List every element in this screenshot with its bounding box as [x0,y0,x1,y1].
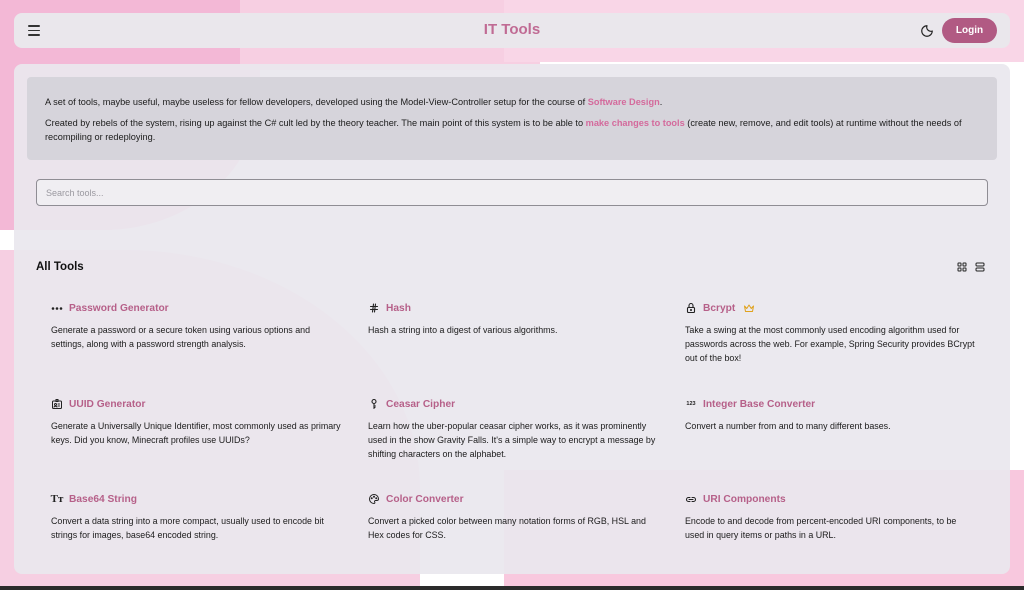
list-view-icon[interactable] [974,261,986,273]
tool-description: Learn how the uber-popular ceasar cipher… [368,421,656,459]
tool-card[interactable]: Password Generator Generate a password o… [51,300,351,351]
key-icon [368,398,380,410]
tool-card[interactable]: Tт Base64 String Convert a data string i… [51,491,351,542]
tool-card[interactable]: 123 Integer Base Converter Convert a num… [685,396,985,433]
tool-description: Convert a number from and to many differ… [685,421,891,431]
tool-name[interactable]: Ceasar Cipher [386,399,455,410]
info-text: . [659,97,663,107]
tool-name[interactable]: Base64 String [69,494,137,505]
palette-icon [368,493,380,505]
lock-icon [685,302,697,314]
tool-description: Convert a picked color between many nota… [368,516,646,540]
login-button[interactable]: Login [942,18,997,43]
tool-header[interactable]: 123 Integer Base Converter [685,396,985,412]
tool-card[interactable]: Bcrypt Take a swing at the most commonly… [685,300,985,365]
tool-name[interactable]: Hash [386,303,411,314]
numbers-icon: 123 [686,401,696,407]
tool-header[interactable]: UUID Generator [51,396,351,412]
top-bar: IT Tools Login [14,13,1010,48]
tool-description: Encode to and decode from percent-encode… [685,516,957,540]
tool-description: Convert a data string into a more compac… [51,516,324,540]
tool-name[interactable]: Bcrypt [703,303,735,314]
bottom-edge [0,586,1024,590]
tool-description: Hash a string into a digest of various a… [368,325,558,335]
tool-header[interactable]: Tт Base64 String [51,491,351,507]
info-text: A set of tools, maybe useful, maybe usel… [45,97,588,107]
main-panel: A set of tools, maybe useful, maybe usel… [14,64,1010,574]
info-paragraph-2: Created by rebels of the system, rising … [45,116,979,144]
view-toggle [956,261,986,273]
tool-header[interactable]: Color Converter [368,491,668,507]
tool-card[interactable]: Ceasar Cipher Learn how the uber-popular… [368,396,668,461]
app-title[interactable]: IT Tools [14,21,1010,38]
link-icon [685,493,697,505]
tool-description: Take a swing at the most commonly used e… [685,325,975,363]
moon-icon[interactable] [920,23,936,39]
typography-icon: Tт [50,493,64,505]
tool-description: Generate a Universally Unique Identifier… [51,421,341,445]
info-paragraph-1: A set of tools, maybe useful, maybe usel… [45,95,979,109]
dots-icon [51,302,63,314]
tool-name[interactable]: URI Components [703,494,786,505]
tool-card[interactable]: Color Converter Convert a picked color b… [368,491,668,542]
tool-header[interactable]: URI Components [685,491,985,507]
tool-card[interactable]: Hash Hash a string into a digest of vari… [368,300,668,337]
search-input[interactable] [36,179,988,206]
tool-card[interactable]: UUID Generator Generate a Universally Un… [51,396,351,447]
software-design-link[interactable]: Software Design [588,97,660,107]
tool-name[interactable]: Color Converter [386,494,464,505]
tool-header[interactable]: Password Generator [51,300,351,316]
tool-description: Generate a password or a secure token us… [51,325,311,349]
grid-view-icon[interactable] [956,261,968,273]
info-panel: A set of tools, maybe useful, maybe usel… [27,77,997,160]
id-icon [51,398,63,410]
tool-header[interactable]: Bcrypt [685,300,985,316]
info-text: Created by rebels of the system, rising … [45,118,586,128]
tool-name[interactable]: Password Generator [69,303,169,314]
make-changes-link[interactable]: make changes to tools [586,118,685,128]
tool-name[interactable]: Integer Base Converter [703,399,815,410]
section-title: All Tools [36,261,84,273]
crown-icon [743,302,755,314]
tool-card[interactable]: URI Components Encode to and decode from… [685,491,985,542]
tool-header[interactable]: Hash [368,300,668,316]
tool-header[interactable]: Ceasar Cipher [368,396,668,412]
tool-name[interactable]: UUID Generator [69,399,145,410]
hash-icon [368,302,380,314]
